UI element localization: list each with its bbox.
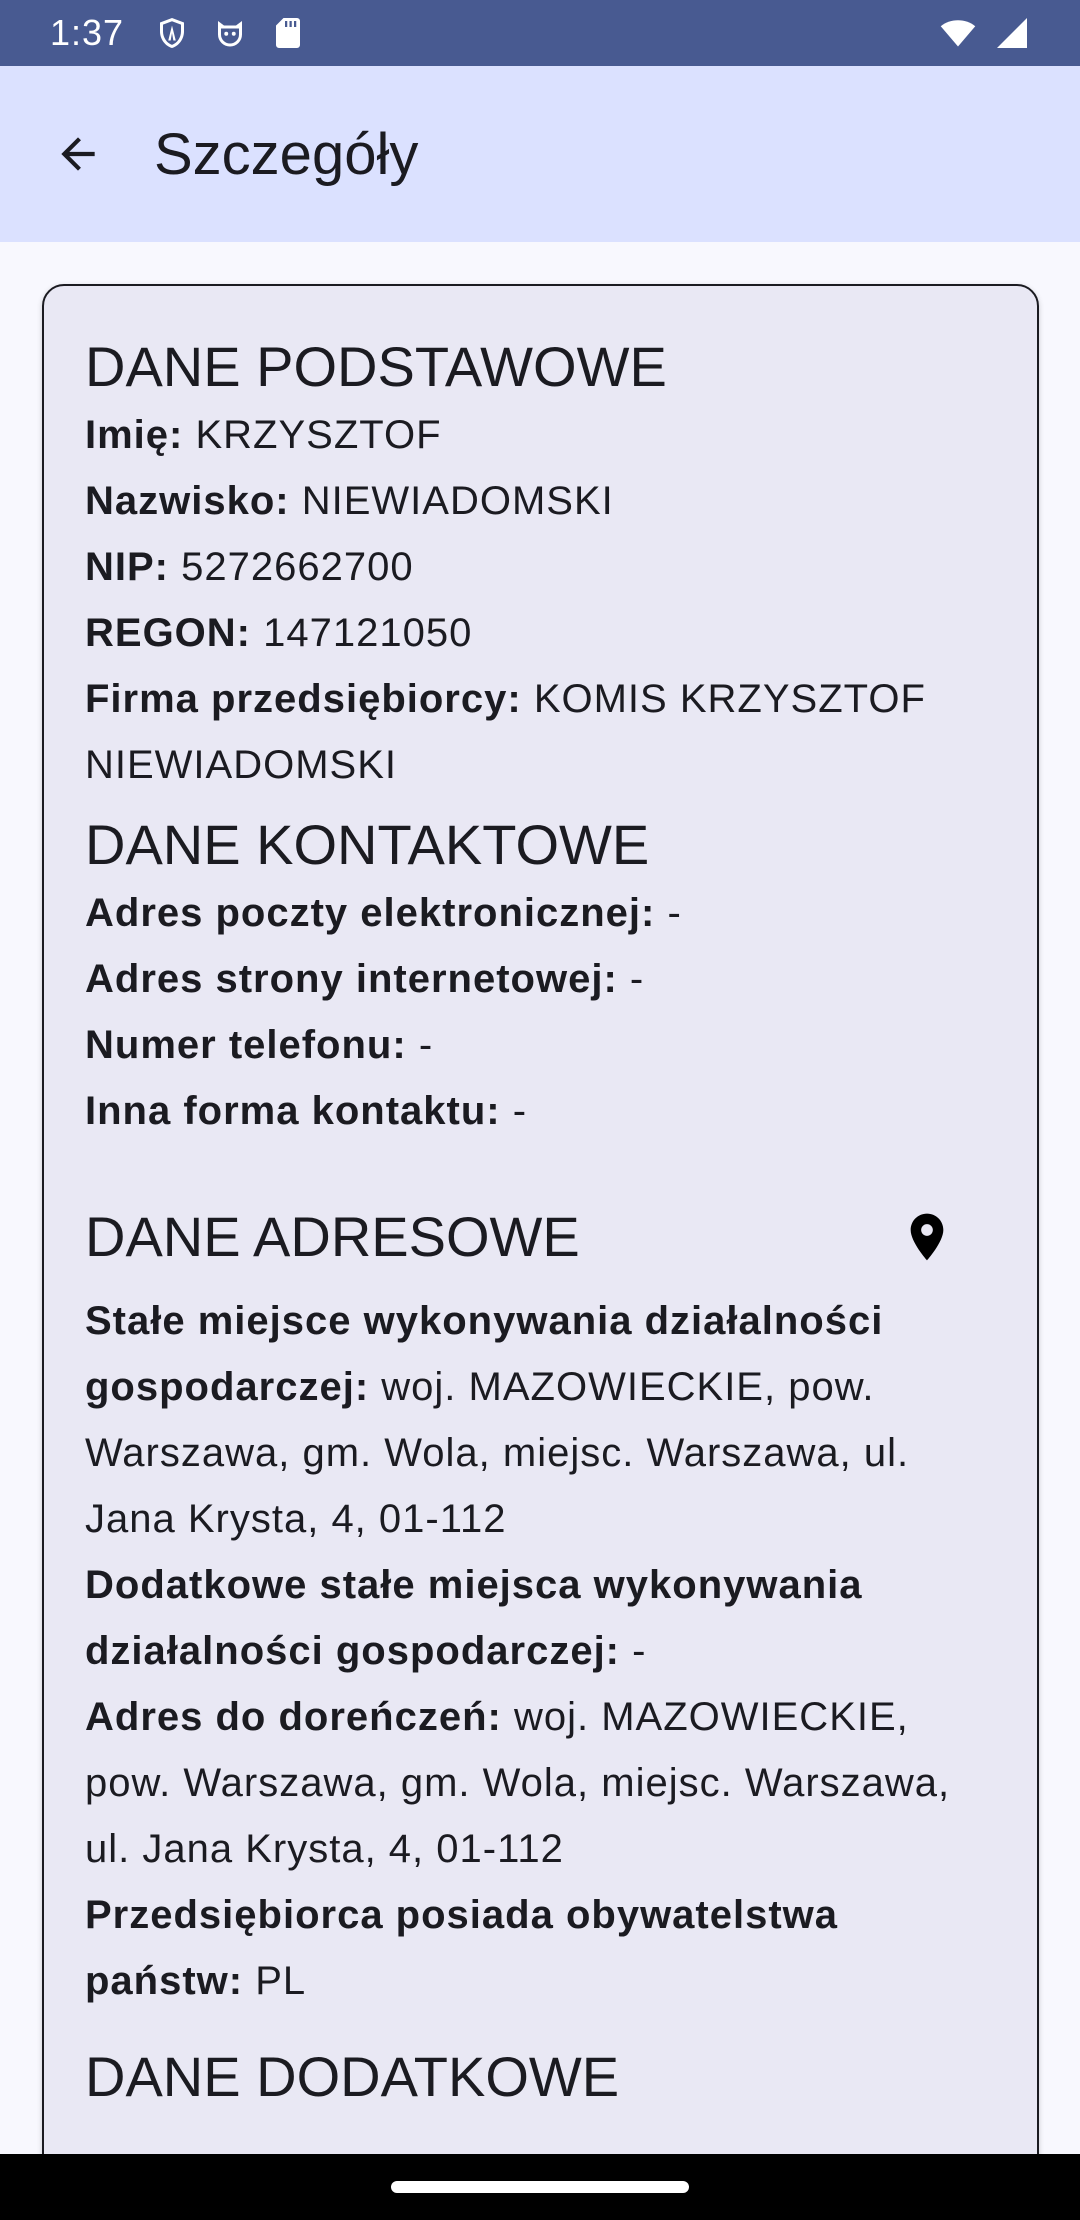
field-first-name: Imię: KRZYSZTOF (85, 402, 997, 468)
field-label: NIP: (85, 545, 169, 589)
field-website: Adres strony internetowej: - (85, 946, 997, 1012)
field-value: 147121050 (263, 611, 473, 655)
navigation-bar (0, 2154, 1080, 2220)
field-label: Imię: (85, 413, 184, 457)
wifi-icon (940, 15, 976, 51)
field-value: - (632, 1629, 647, 1673)
status-notification-icons (154, 15, 306, 51)
field-value: - (667, 891, 682, 935)
home-gesture-handle[interactable] (391, 2181, 689, 2193)
section-title-address: DANE ADRESOWE (85, 1205, 580, 1268)
arrow-back-icon (61, 137, 95, 171)
field-phone: Numer telefonu: - (85, 1012, 997, 1078)
field-last-name: Nazwisko: NIEWIADOMSKI (85, 468, 997, 534)
field-label: Adres do doreńczeń: (85, 1695, 502, 1739)
field-regon: REGON: 147121050 (85, 600, 997, 666)
top-app-bar: Szczegóły (0, 66, 1080, 242)
field-other-contact: Inna forma kontaktu: - (85, 1078, 997, 1144)
field-label: Inna forma kontaktu: (85, 1089, 501, 1133)
status-bar: 1:37 (0, 0, 1080, 66)
signal-icon (994, 15, 1030, 51)
field-label: Firma przedsiębiorcy: (85, 677, 522, 721)
field-label: Adres poczty elektronicznej: (85, 891, 656, 935)
field-value: PL (255, 1959, 307, 2003)
field-value: 5272662700 (181, 545, 414, 589)
field-value: NIEWIADOMSKI (301, 479, 614, 523)
page-title: Szczegóły (154, 121, 419, 187)
field-delivery-address: Adres do doreńczeń: woj. MAZOWIECKIE, po… (85, 1684, 997, 1882)
field-value: - (512, 1089, 528, 1133)
back-button[interactable] (38, 114, 118, 194)
section-header-address: DANE ADRESOWE (85, 1202, 997, 1272)
section-title-contact: DANE KONTAKTOWE (85, 813, 650, 876)
status-system-icons (940, 15, 1030, 51)
cat-icon (212, 15, 248, 51)
field-company-name: Firma przedsiębiorcy: KOMIS KRZYSZTOF NI… (85, 666, 997, 798)
field-label: Dodatkowe stałe miejsca wykonywania dzia… (85, 1563, 863, 1673)
field-label: Adres strony internetowej: (85, 957, 618, 1001)
field-additional-business-addresses: Dodatkowe stałe miejsca wykonywania dzia… (85, 1552, 997, 1684)
details-card: DANE PODSTAWOWE Imię: KRZYSZTOF Nazwisko… (42, 284, 1039, 2220)
section-title-basic: DANE PODSTAWOWE (85, 335, 667, 398)
field-value: - (629, 957, 645, 1001)
section-title-additional: DANE DODATKOWE (85, 2045, 620, 2108)
field-main-business-address: Stałe miejsce wykonywania działalności g… (85, 1288, 997, 1552)
field-label: Przedsiębiorca posiada obywatelstwa pańs… (85, 1893, 839, 2003)
field-email: Adres poczty elektronicznej: - (85, 880, 997, 946)
field-value: KRZYSZTOF (195, 413, 442, 457)
shield-icon (154, 15, 190, 51)
field-label: Nazwisko: (85, 479, 290, 523)
sd-card-icon (270, 15, 306, 51)
status-time: 1:37 (50, 12, 125, 53)
field-citizenship: Przedsiębiorca posiada obywatelstwa pańs… (85, 1882, 997, 2014)
field-label: Numer telefonu: (85, 1023, 407, 1067)
field-nip: NIP: 5272662700 (85, 534, 997, 600)
location-pin-icon[interactable] (899, 1206, 955, 1268)
field-value: - (418, 1023, 434, 1067)
field-label: REGON: (85, 611, 251, 655)
